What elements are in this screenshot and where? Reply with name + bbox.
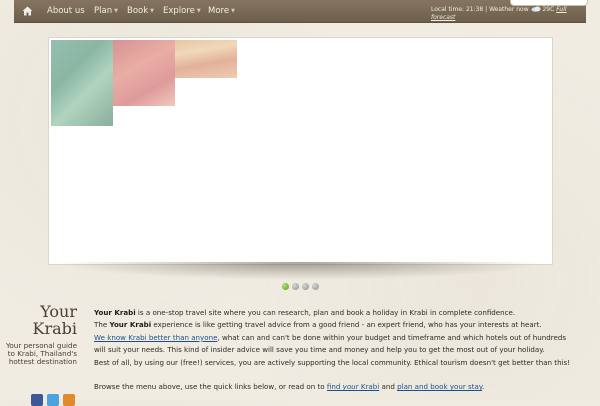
intro-paragraph-2-prefix: The: [94, 320, 110, 330]
chevron-down-icon: ▼: [150, 8, 155, 14]
nav-more-label: More: [208, 6, 230, 16]
intro-paragraph-5-end: .: [482, 382, 485, 392]
nav-plan-label: Plan: [94, 6, 113, 16]
search-input[interactable]: [510, 0, 588, 6]
intro-text: Your Krabi is a one-stop travel site whe…: [94, 307, 574, 393]
nav-more[interactable]: More ▼: [208, 0, 235, 22]
find-your-krabi-link[interactable]: find your Krabi: [327, 382, 379, 391]
brand-name-strong: Your Krabi: [94, 308, 136, 317]
site-title-line-1: Your: [40, 302, 77, 321]
slideshow-shadow: [55, 262, 545, 280]
facebook-icon[interactable]: [31, 394, 43, 406]
slide-dot-4[interactable]: [312, 283, 319, 290]
find-your-krabi-link-emphasis: your: [342, 382, 359, 392]
chevron-down-icon: ▼: [114, 8, 118, 14]
rss-icon[interactable]: [63, 394, 75, 406]
social-links: [31, 394, 75, 406]
slide-dot-1[interactable]: [282, 283, 289, 290]
twitter-icon[interactable]: [47, 394, 59, 406]
cloud-icon: [531, 6, 541, 12]
brand-block: Your Krabi Your personal guide to Krabi,…: [0, 303, 77, 366]
home-icon: [22, 6, 32, 16]
local-time-weather-text: Local time: 21:38 | Weather now: [431, 6, 529, 13]
slide-image-tile: [175, 40, 237, 78]
chevron-down-icon: ▼: [231, 8, 235, 14]
nav-about-us[interactable]: About us: [47, 0, 85, 22]
brand-name-strong: Your Krabi: [109, 320, 152, 330]
image-slideshow[interactable]: [48, 37, 553, 265]
home-button[interactable]: [14, 0, 40, 22]
intro-paragraph-4: Best of all, by using our (free!) servic…: [94, 357, 571, 367]
chevron-down-icon: ▼: [196, 8, 201, 14]
nav-book[interactable]: Book ▼: [127, 0, 154, 22]
slide-image-tile: [113, 40, 175, 106]
nav-plan[interactable]: Plan ▼: [94, 0, 118, 22]
top-navigation-bar: About us Plan ▼ Book ▼ Explore ▼ More ▼ Loca…: [14, 0, 586, 23]
we-know-krabi-link[interactable]: We know Krabi better than anyone: [94, 333, 217, 342]
site-tagline: Your personal guide to Krabi, Thailand's…: [5, 341, 77, 366]
intro-paragraph-2-text: experience is like getting travel advice…: [151, 320, 542, 330]
intro-paragraph-5-mid: and: [379, 382, 398, 392]
intro-paragraph-1-text: is a one-stop travel site where you can …: [135, 308, 516, 317]
temperature: 29C: [542, 6, 555, 13]
site-title-line-2: Krabi: [32, 319, 78, 338]
nav-explore-label: Explore: [163, 6, 195, 16]
intro-paragraph-1: Your Krabi is a one-stop travel site whe…: [94, 307, 574, 319]
intro-paragraph-5-prefix: Browse the menu above, use the quick lin…: [94, 382, 327, 392]
slide-dot-3[interactable]: [302, 283, 309, 290]
nav-about-us-label: About us: [47, 6, 85, 16]
weather-widget: Local time: 21:38 | Weather now 29C Full…: [431, 6, 581, 22]
intro-paragraph-5: Browse the menu above, use the quick lin…: [94, 381, 574, 393]
slideshow-pagination: [282, 283, 319, 291]
slide-dot-2[interactable]: [292, 283, 299, 290]
find-your-krabi-link-part: find: [326, 382, 343, 392]
nav-book-label: Book: [127, 6, 149, 16]
intro-paragraph-2: The Your Krabi experience is like gettin…: [94, 319, 574, 331]
nav-explore[interactable]: Explore ▼: [163, 0, 201, 22]
site-title: Your Krabi: [0, 302, 78, 338]
intro-paragraph-3: We know Krabi better than anyone, what c…: [94, 332, 574, 357]
plan-and-book-link[interactable]: plan and book your stay: [397, 382, 482, 391]
find-your-krabi-link-part: Krabi: [358, 382, 380, 392]
slide-image-tile: [51, 40, 113, 126]
